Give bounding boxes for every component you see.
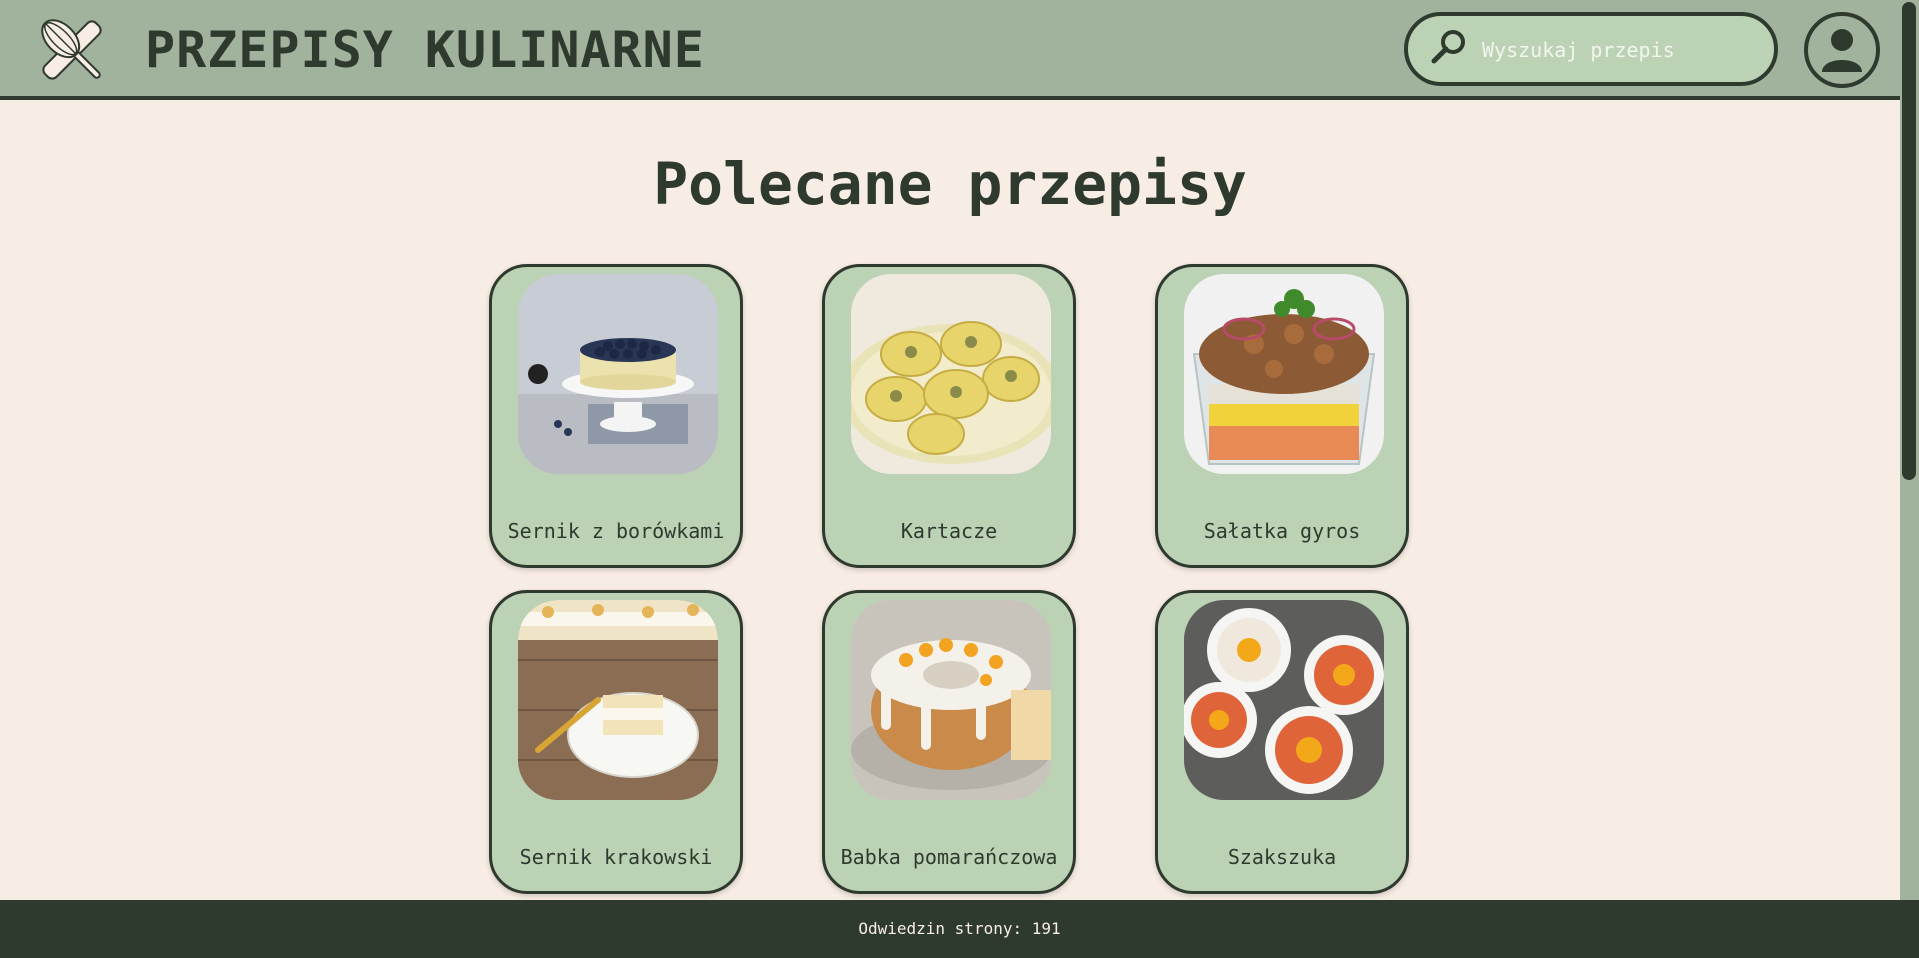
recipe-image[interactable] — [851, 600, 1051, 800]
recipe-card[interactable]: Babka pomarańczowa — [822, 590, 1076, 894]
recipe-title[interactable]: Sernik krakowski — [492, 845, 740, 869]
recipe-image[interactable] — [518, 600, 718, 800]
search-input[interactable] — [1480, 32, 1764, 68]
recipe-card[interactable]: Sernik krakowski — [489, 590, 743, 894]
recipe-card[interactable]: Sernik z borówkami — [489, 264, 743, 568]
recipe-title[interactable]: Sałatka gyros — [1158, 519, 1406, 543]
recipe-card[interactable]: Kartacze — [822, 264, 1076, 568]
recipe-title[interactable]: Babka pomarańczowa — [825, 845, 1073, 869]
recipe-image[interactable] — [518, 274, 718, 474]
search-icon[interactable] — [1430, 28, 1468, 66]
recipe-title[interactable]: Sernik z borówkami — [492, 519, 740, 543]
recipe-card[interactable]: Szakszuka — [1155, 590, 1409, 894]
site-title[interactable]: PRZEPISY KULINARNE — [145, 20, 705, 80]
recipe-title[interactable]: Kartacze — [825, 519, 1073, 543]
scrollbar-thumb[interactable] — [1902, 2, 1916, 480]
scrollbar[interactable] — [1900, 0, 1919, 900]
top-bar: PRZEPISY KULINARNE — [0, 0, 1900, 100]
recipe-title[interactable]: Szakszuka — [1158, 845, 1406, 869]
recipe-image[interactable] — [851, 274, 1051, 474]
search-box[interactable] — [1404, 12, 1778, 86]
recipe-image[interactable] — [1184, 274, 1384, 474]
footer: Odwiedzin strony: 191 — [0, 900, 1919, 958]
user-icon[interactable] — [1804, 12, 1880, 88]
recipe-image[interactable] — [1184, 600, 1384, 800]
visit-counter: Odwiedzin strony: 191 — [858, 919, 1061, 938]
page-title: Polecane przepisy — [653, 150, 1247, 218]
main-content: Polecane przepisy Sernik z borówkami Kar… — [0, 104, 1900, 900]
recipe-card[interactable]: Sałatka gyros — [1155, 264, 1409, 568]
whisk-and-rolling-pin-icon[interactable] — [30, 8, 114, 92]
